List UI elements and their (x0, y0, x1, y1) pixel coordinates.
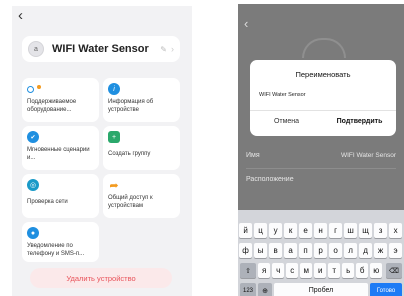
key-з[interactable]: з (374, 223, 388, 238)
card-notifications[interactable]: ● Уведомление по телефону и SMS-п... (22, 222, 99, 262)
chevron-right-icon[interactable]: › (171, 44, 174, 54)
network-check-icon: ◎ (27, 179, 39, 191)
card-label: Поддерживаемое оборудование... (27, 99, 77, 113)
device-settings-screen: ‹ a WIFI Water Sensor ✎ › Поддерживаемое… (12, 6, 192, 296)
key-х[interactable]: х (389, 223, 403, 238)
key-в[interactable]: в (269, 243, 283, 258)
device-avatar: a (28, 41, 44, 57)
divider (246, 168, 396, 169)
row-key: Имя (246, 152, 260, 159)
divider (250, 110, 396, 111)
device-name: WIFI Water Sensor (52, 43, 149, 55)
key-ю[interactable]: ю (370, 263, 383, 278)
card-share[interactable]: ➦ Общий доступ к устройствам (103, 174, 180, 218)
notification-icon: ● (27, 227, 39, 239)
key-д[interactable]: д (359, 243, 373, 258)
key-ж[interactable]: ж (374, 243, 388, 258)
key-у[interactable]: у (269, 223, 283, 238)
key-ь[interactable]: ь (342, 263, 355, 278)
rename-screen: ‹ Переименовать WIFI Water Sensor Отмена… (238, 4, 404, 296)
key-м[interactable]: м (300, 263, 313, 278)
key-щ[interactable]: щ (359, 223, 373, 238)
scenario-icon: ✔ (27, 131, 39, 143)
key-с[interactable]: с (286, 263, 299, 278)
shift-key[interactable]: ⇧ (240, 263, 256, 278)
card-network-check[interactable]: ◎ Проверка сети (22, 174, 99, 218)
info-icon: i (108, 83, 120, 95)
rename-dialog: Переименовать WIFI Water Sensor Отмена П… (250, 60, 396, 136)
space-key[interactable]: Пробел (274, 283, 368, 296)
key-н[interactable]: н (314, 223, 328, 238)
create-group-icon: + (108, 131, 120, 143)
device-image-placeholder (302, 38, 346, 58)
cancel-button[interactable]: Отмена (250, 118, 323, 125)
card-label: Создать группу (108, 151, 151, 157)
confirm-button[interactable]: Подтвердить (323, 118, 396, 125)
key-и[interactable]: и (314, 263, 327, 278)
card-create-group[interactable]: + Создать группу (103, 126, 180, 170)
key-п[interactable]: п (299, 243, 313, 258)
done-key[interactable]: Готово (370, 283, 402, 296)
key-ф[interactable]: ф (239, 243, 253, 258)
card-label: Общий доступ к устройствам (108, 195, 153, 209)
back-button[interactable]: ‹ (18, 8, 23, 24)
pencil-icon[interactable]: ✎ (160, 45, 167, 54)
back-button[interactable]: ‹ (244, 16, 248, 31)
device-header[interactable]: a WIFI Water Sensor ✎ › (22, 36, 180, 62)
key-б[interactable]: б (356, 263, 369, 278)
key-г[interactable]: г (329, 223, 343, 238)
key-л[interactable]: л (344, 243, 358, 258)
key-о[interactable]: о (329, 243, 343, 258)
supported-hardware-icon (27, 83, 94, 95)
key-я[interactable]: я (258, 263, 271, 278)
key-к[interactable]: к (284, 223, 298, 238)
key-р[interactable]: р (314, 243, 328, 258)
keyboard: ⇧ ⌫ 123 ⊕ Пробел Готово йцукенгшщзх фывап… (238, 210, 404, 296)
numbers-key[interactable]: 123 (240, 283, 256, 296)
rename-input[interactable]: WIFI Water Sensor (259, 92, 306, 98)
key-ч[interactable]: ч (272, 263, 285, 278)
location-row[interactable]: Расположение (238, 172, 404, 190)
key-ц[interactable]: ц (254, 223, 268, 238)
card-scenarios[interactable]: ✔ Мгновенные сценарии и... (22, 126, 99, 170)
globe-icon[interactable]: ⊕ (258, 283, 272, 296)
card-label: Проверка сети (27, 199, 68, 205)
delete-device-button[interactable]: Удалить устройство (30, 268, 172, 288)
key-т[interactable]: т (328, 263, 341, 278)
card-device-info[interactable]: i Информация об устройстве (103, 78, 180, 122)
key-е[interactable]: е (299, 223, 313, 238)
key-а[interactable]: а (284, 243, 298, 258)
row-key: Расположение (246, 176, 294, 183)
key-ы[interactable]: ы (254, 243, 268, 258)
row-value: WIFI Water Sensor (340, 152, 396, 159)
key-э[interactable]: э (389, 243, 403, 258)
key-ш[interactable]: ш (344, 223, 358, 238)
backspace-key[interactable]: ⌫ (386, 263, 402, 278)
key-й[interactable]: й (239, 223, 253, 238)
card-label: Мгновенные сценарии и... (27, 147, 90, 161)
card-label: Уведомление по телефону и SMS-п... (27, 243, 85, 257)
card-label: Информация об устройстве (108, 99, 154, 113)
name-row[interactable]: Имя WIFI Water Sensor (238, 148, 404, 166)
dialog-title: Переименовать (295, 70, 351, 79)
card-supported-hardware[interactable]: Поддерживаемое оборудование... (22, 78, 99, 122)
share-icon: ➦ (109, 179, 119, 192)
